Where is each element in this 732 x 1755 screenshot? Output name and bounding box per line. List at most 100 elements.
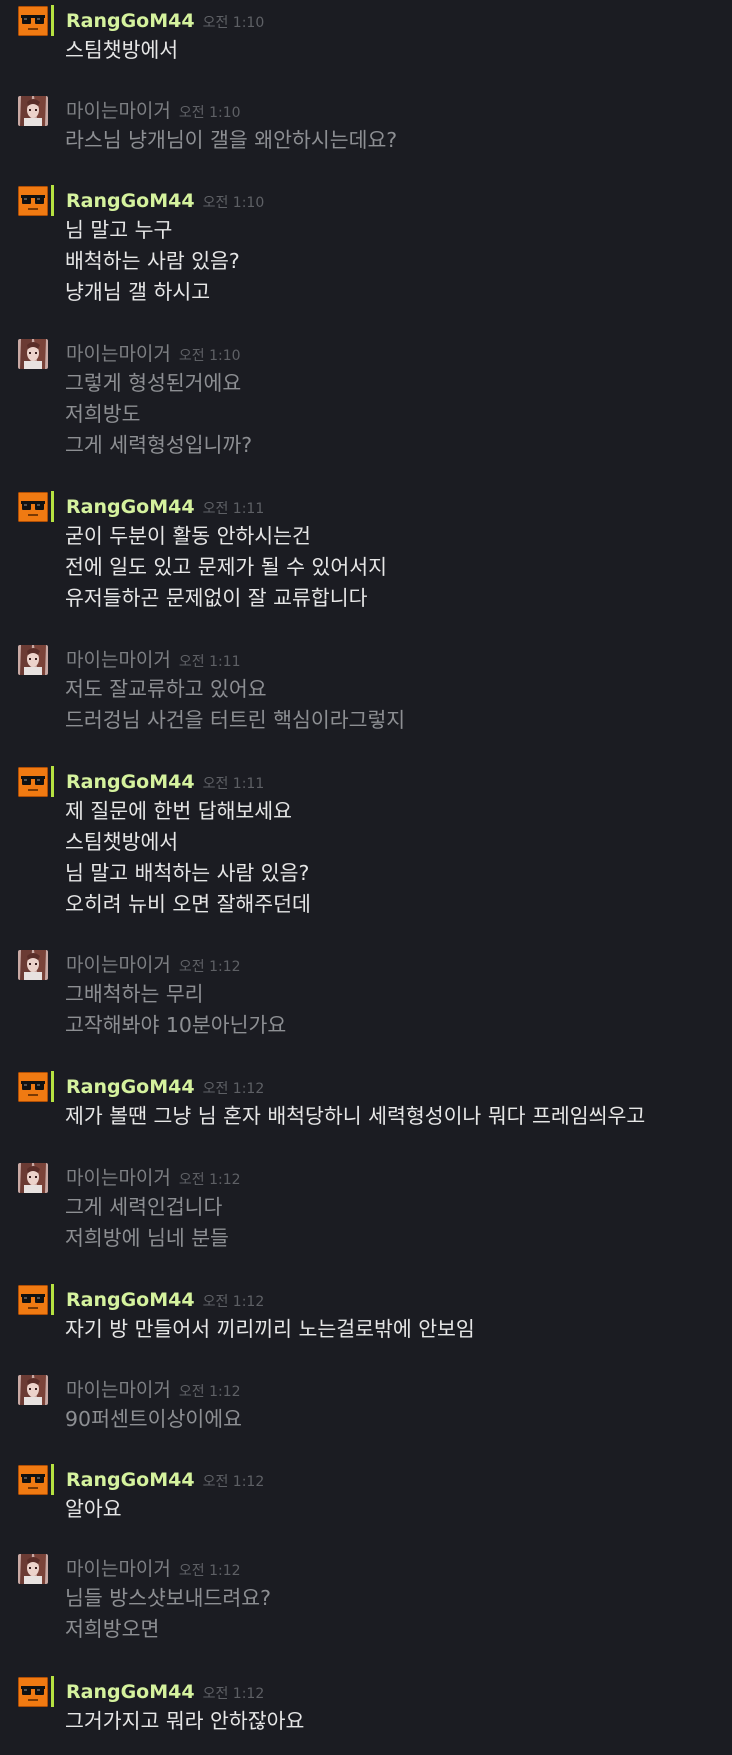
chat-message: 마이는마이거 오전 1:12 님들 방스샷보내드려요? 저희방오면 [0,1548,732,1655]
message-line: 저희방오면 [65,1617,160,1641]
author-name[interactable]: 마이는마이거 [66,100,171,122]
message-timestamp: 오전 1:12 [202,1294,265,1310]
message-line: 배척하는 사람 있음? [65,249,240,273]
message-header: RangGoM44 오전 1:10 [66,188,264,214]
author-name[interactable]: RangGoM44 [66,10,195,32]
sunglasses-avatar[interactable] [18,1072,48,1102]
message-line: 오히려 뉴비 오면 잘해주던데 [65,892,311,916]
message-line: 저희방도 [65,402,141,426]
message-line: 님 말고 배척하는 사람 있음? [65,861,310,885]
message-timestamp: 오전 1:10 [178,348,241,364]
message-line: 스팀챗방에서 [65,830,179,854]
message-line: 님들 방스샷보내드려요? [65,1586,271,1610]
message-body: 굳이 두분이 활동 안하시는건 전에 일도 있고 문제가 될 수 있어서지 유저들하… [65,521,387,614]
message-line: 알아요 [65,1497,122,1521]
message-body: 제 질문에 한번 답해보세요 스팀챗방에서 님 말고 배척하는 사람 있음? 오히려 … [65,796,311,920]
message-timestamp: 오전 1:10 [202,15,265,31]
author-name[interactable]: RangGoM44 [66,1289,195,1311]
online-status-bar [51,1464,54,1495]
chat-message: RangGoM44 오전 1:11 굳이 두분이 활동 안하시는건 전에 일도 있고 … [0,486,732,624]
sunglasses-avatar[interactable] [18,1465,48,1495]
sunglasses-avatar[interactable] [18,1677,48,1707]
chat-log: RangGoM44 오전 1:10 스팀챗방에서 마이는마이거 오전 1:10 라스님 냥… [0,0,732,1755]
anime-girl-avatar[interactable] [18,1163,48,1193]
message-body: 그렇게 형성된거에요저희방도그게 세력형성입니까? [65,368,252,461]
message-body: 스팀챗방에서 [65,35,178,66]
chat-message: RangGoM44 오전 1:11 제 질문에 한번 답해보세요 스팀챗방에서 님 말고… [0,761,732,930]
message-body: 그거가지고 뭐라 안하잖아요 [65,1706,304,1737]
message-header: 마이는마이거 오전 1:11 [66,647,241,673]
author-name[interactable]: RangGoM44 [66,771,195,793]
anime-girl-avatar[interactable] [18,339,48,369]
sunglasses-avatar[interactable] [18,767,48,797]
message-line: 굳이 두분이 활동 안하시는건 [65,524,311,548]
online-status-bar [51,338,54,369]
online-status-bar [51,1071,54,1102]
author-name[interactable]: 마이는마이거 [66,954,171,976]
message-line: 자기 방 만들어서 끼리끼리 노는걸로밖에 안보임 [65,1317,475,1341]
message-header: 마이는마이거 오전 1:12 [66,1377,241,1403]
chat-message: 마이는마이거 오전 1:10 라스님 냥개님이 갤을 왜안하시는데요? [0,90,732,166]
online-status-bar [51,5,54,36]
message-timestamp: 오전 1:12 [178,1384,241,1400]
author-name[interactable]: RangGoM44 [66,190,195,212]
message-line: 그게 세력인겁니다 [65,1195,223,1219]
sunglasses-avatar[interactable] [18,6,48,36]
message-header: RangGoM44 오전 1:12 [66,1679,264,1705]
sunglasses-avatar[interactable] [18,492,48,522]
message-header: 마이는마이거 오전 1:10 [66,341,241,367]
message-timestamp: 오전 1:12 [178,1563,241,1579]
message-body: 님들 방스샷보내드려요? 저희방오면 [65,1583,271,1645]
author-name[interactable]: 마이는마이거 [66,1379,171,1401]
message-body: 님 말고 누구 배척하는 사람 있음? 냥개님 갤 하시고 [65,215,240,308]
message-timestamp: 오전 1:11 [178,654,241,670]
message-body: 그게 세력인겁니다 저희방에 님네 분들 [65,1192,229,1254]
author-name[interactable]: 마이는마이거 [66,343,171,365]
online-status-bar [51,644,54,675]
message-line: 드러겅님 사건을 터트린 핵심이라그렇지 [65,708,406,732]
chat-message: RangGoM44 오전 1:12 자기 방 만들어서 끼리끼리 노는걸로밖에 안보… [0,1279,732,1355]
chat-message: 마이는마이거 오전 1:10 그렇게 형성된거에요저희방도그게 세력형성입니까? [0,333,732,471]
message-body: 라스님 냥개님이 갤을 왜안하시는데요? [65,125,397,156]
message-line: 스팀챗방에서 [65,38,179,62]
chat-message: 마이는마이거 오전 1:12 그배척하는 무리 고작해봐야 10분아닌가요 [0,944,732,1051]
message-header: 마이는마이거 오전 1:12 [66,1556,241,1582]
online-status-bar [51,1374,54,1405]
anime-girl-avatar[interactable] [18,96,48,126]
message-line: 제가 볼땐 그냥 님 혼자 배척당하니 세력형성이나 뭐다 프레임씌우고 [65,1104,646,1128]
anime-girl-avatar[interactable] [18,950,48,980]
anime-girl-avatar[interactable] [18,645,48,675]
author-name[interactable]: RangGoM44 [66,1469,195,1491]
message-timestamp: 오전 1:12 [202,1474,265,1490]
author-name[interactable]: 마이는마이거 [66,1167,171,1189]
online-status-bar [51,766,54,797]
message-header: RangGoM44 오전 1:11 [66,494,264,520]
message-body: 저도 잘교류하고 있어요드러겅님 사건을 터트린 핵심이라그렇지 [65,674,405,736]
message-line: 그렇게 형성된거에요 [65,371,242,395]
author-name[interactable]: RangGoM44 [66,1076,195,1098]
sunglasses-avatar[interactable] [18,1285,48,1315]
message-line: 님 말고 누구 [65,218,173,242]
message-line: 고작해봐야 10분아닌가요 [65,1013,287,1037]
message-line: 유저들하곤 문제없이 잘 교류합니다 [65,586,368,610]
online-status-bar [51,1162,54,1193]
message-timestamp: 오전 1:12 [178,1172,241,1188]
anime-girl-avatar[interactable] [18,1375,48,1405]
online-status-bar [51,1676,54,1707]
online-status-bar [51,95,54,126]
author-name[interactable]: RangGoM44 [66,1681,195,1703]
author-name[interactable]: 마이는마이거 [66,649,171,671]
author-name[interactable]: RangGoM44 [66,496,195,518]
message-line: 저도 잘교류하고 있어요 [65,677,267,701]
chat-message: RangGoM44 오전 1:12 제가 볼땐 그냥 님 혼자 배척당하니 세력형성… [0,1066,732,1142]
message-timestamp: 오전 1:11 [202,776,265,792]
message-timestamp: 오전 1:10 [202,195,265,211]
sunglasses-avatar[interactable] [18,186,48,216]
author-name[interactable]: 마이는마이거 [66,1558,171,1580]
online-status-bar [51,1553,54,1584]
anime-girl-avatar[interactable] [18,1554,48,1584]
message-line: 그배척하는 무리 [65,982,204,1006]
chat-message: RangGoM44 오전 1:12 알아요 [0,1459,732,1535]
message-header: RangGoM44 오전 1:10 [66,8,264,34]
message-line: 그게 세력형성입니까? [65,433,253,457]
